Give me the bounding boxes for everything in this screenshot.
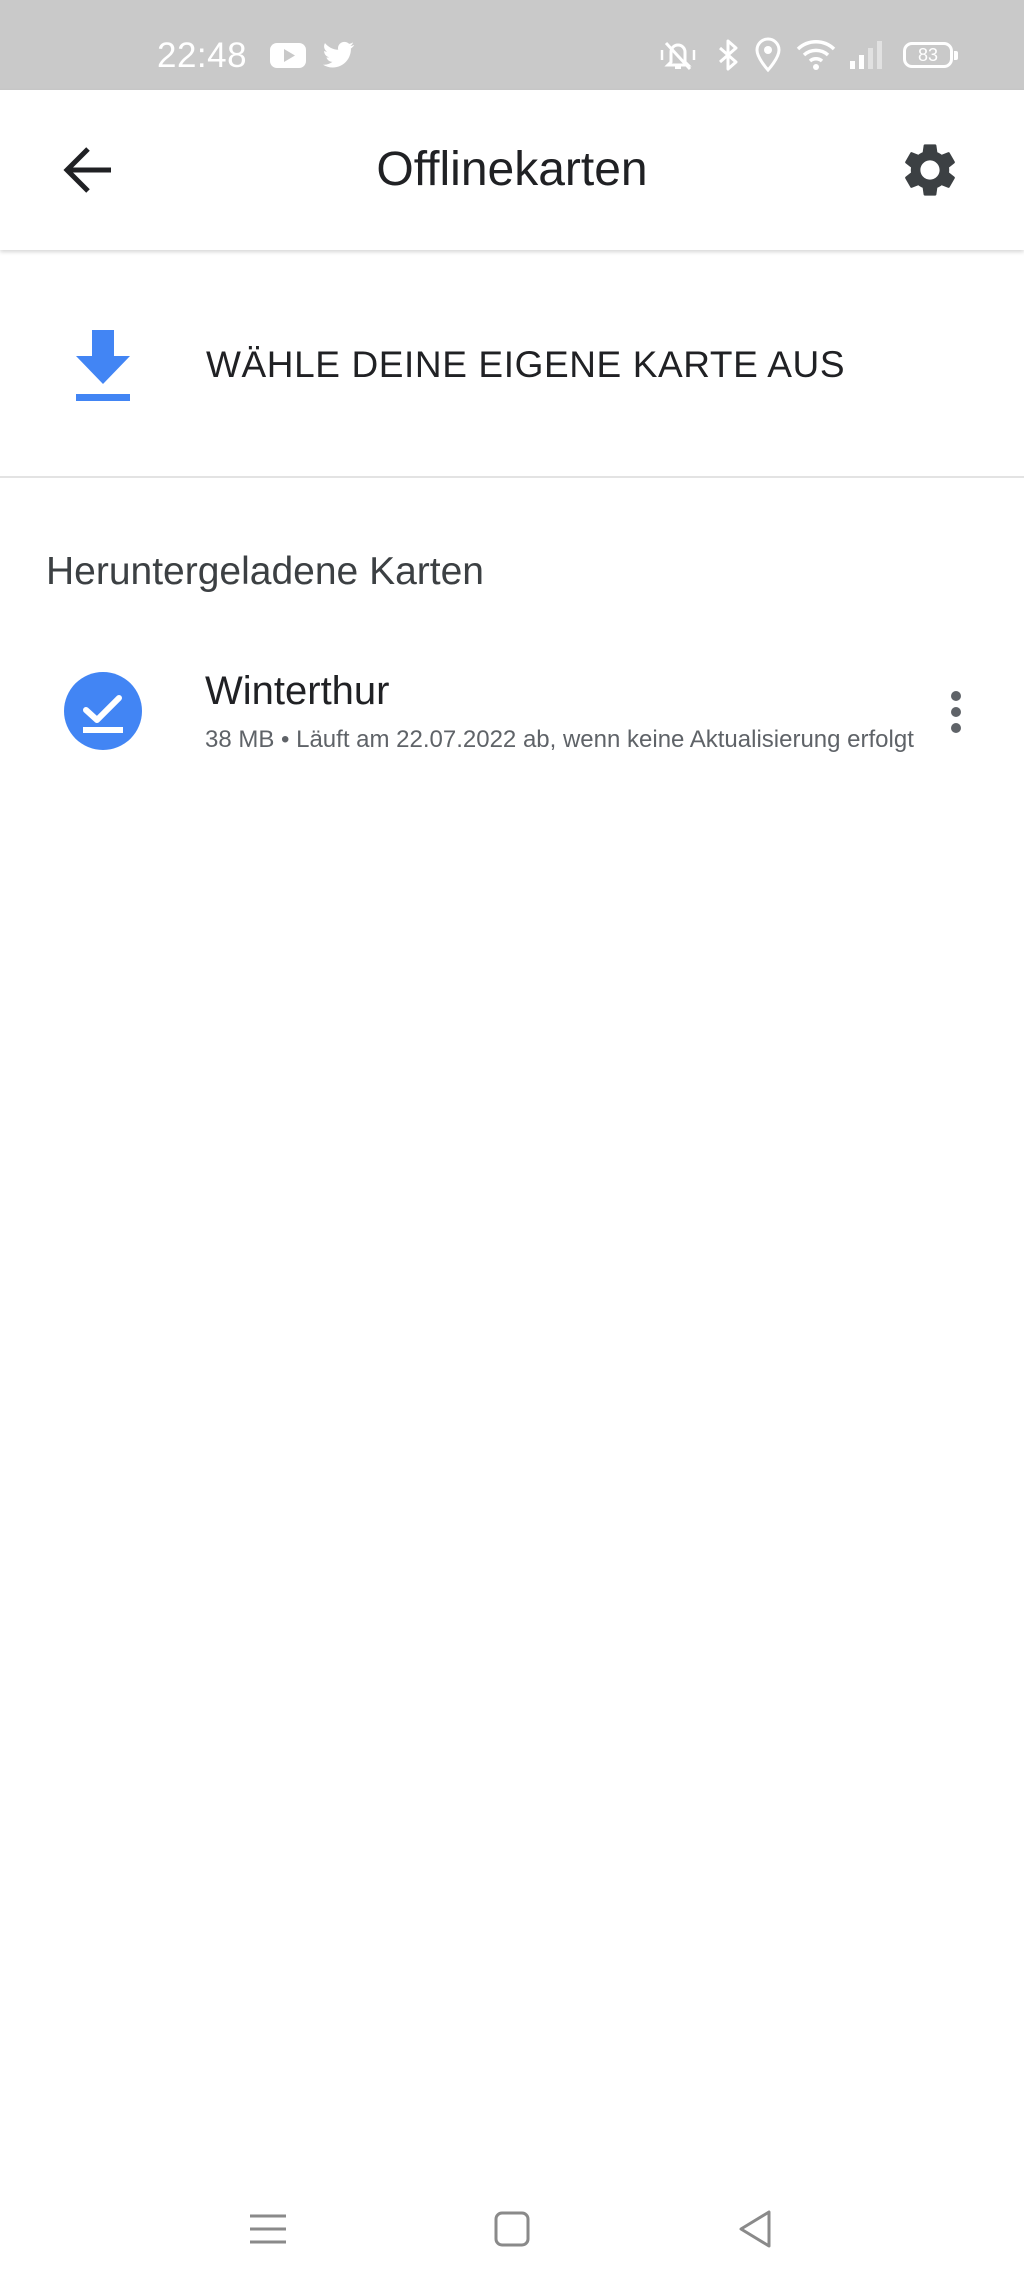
list-item-winterthur[interactable]: Winterthur 38 MB • Läuft am 22.07.2022 a… <box>0 650 1024 774</box>
status-bar: 22:48 83 <box>0 0 1024 90</box>
map-details: 38 MB • Läuft am 22.07.2022 ab, wenn kei… <box>205 726 914 753</box>
check-circle-icon <box>64 672 142 750</box>
signal-icon <box>850 41 882 69</box>
map-name: Winterthur <box>205 669 390 713</box>
youtube-icon <box>270 43 306 68</box>
wifi-icon <box>796 40 836 70</box>
bluetooth-icon <box>719 39 738 71</box>
twitter-icon <box>322 41 355 68</box>
status-time: 22:48 <box>157 36 248 75</box>
home-square-icon[interactable] <box>487 2204 537 2254</box>
download-icon <box>76 330 130 401</box>
select-own-map-label: WÄHLE DEINE EIGENE KARTE AUS <box>206 344 846 385</box>
section-title-downloaded: Heruntergeladene Karten <box>46 550 484 593</box>
gear-icon[interactable] <box>898 138 962 202</box>
system-nav-bar <box>0 2180 1024 2287</box>
select-own-map-button[interactable]: WÄHLE DEINE EIGENE KARTE AUS <box>0 270 1024 476</box>
app-bar: Offlinekarten <box>0 90 1024 250</box>
battery-indicator: 83 <box>903 42 958 68</box>
menu-lines-icon[interactable] <box>243 2204 293 2254</box>
page-title: Offlinekarten <box>376 143 648 196</box>
location-icon <box>755 37 781 73</box>
more-vertical-icon[interactable] <box>936 688 976 736</box>
divider <box>0 476 1024 478</box>
vibrate-muted-icon <box>660 41 696 71</box>
back-triangle-icon[interactable] <box>731 2204 781 2254</box>
